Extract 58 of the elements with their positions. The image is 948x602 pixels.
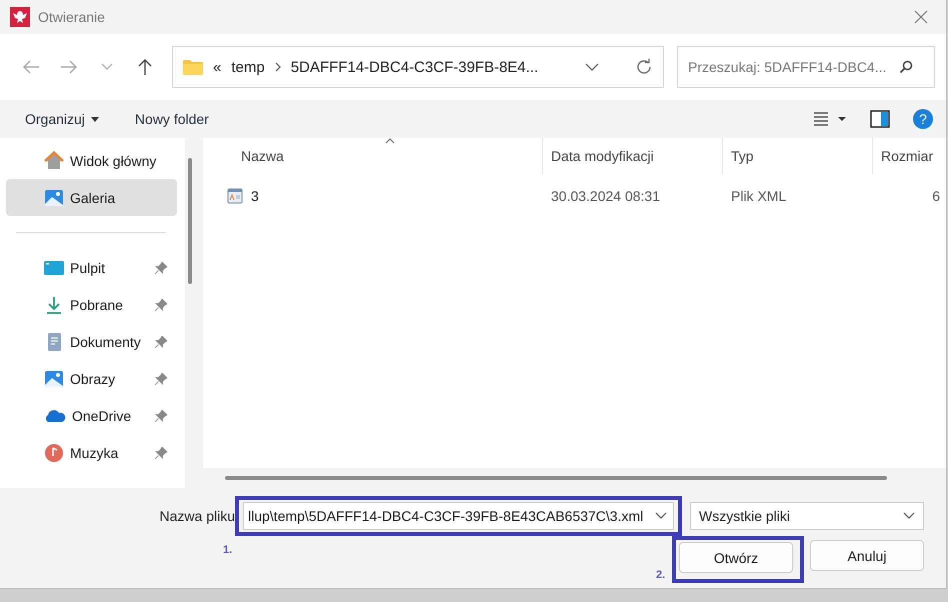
new-folder-button[interactable]: Nowy folder bbox=[134, 111, 209, 127]
cancel-button[interactable]: Anuluj bbox=[810, 540, 924, 571]
eagle-emblem-icon bbox=[10, 7, 30, 27]
organize-button[interactable]: Organizuj bbox=[25, 111, 99, 127]
window-title: Otwieranie bbox=[38, 9, 105, 25]
search-field[interactable]: Przeszukaj: 5DAFFF14-DBC4... bbox=[677, 46, 935, 88]
overflow-chevron[interactable]: « bbox=[213, 58, 222, 76]
column-header[interactable]: Typ bbox=[723, 138, 873, 174]
column-header[interactable]: Rozmiar bbox=[873, 138, 946, 174]
scrollbar-thumb[interactable] bbox=[225, 476, 887, 480]
picture-icon bbox=[44, 368, 64, 388]
sidebar-item[interactable]: Pulpit bbox=[6, 249, 177, 286]
file-type-dropdown[interactable]: Wszystkie pliki bbox=[690, 502, 924, 530]
xml-file-icon bbox=[227, 188, 243, 204]
sidebar-item[interactable]: Widok główny bbox=[6, 142, 177, 179]
table-cell-text: Plik XML bbox=[730, 188, 788, 204]
sort-caret-icon bbox=[385, 138, 395, 144]
column-header[interactable]: Data modyfikacji bbox=[543, 138, 723, 174]
download-icon bbox=[44, 294, 64, 314]
column-header[interactable]: Nazwa bbox=[203, 138, 543, 174]
up-arrow-icon bbox=[137, 58, 153, 76]
chevron-down-icon bbox=[655, 512, 667, 520]
refresh-icon[interactable] bbox=[635, 58, 653, 76]
annotation-label: 1. bbox=[223, 544, 232, 556]
chevron-down-icon[interactable] bbox=[585, 63, 599, 71]
sidebar-item[interactable]: Muzyka bbox=[6, 434, 177, 471]
house-icon bbox=[44, 150, 64, 170]
annotation-label: 2. bbox=[656, 569, 666, 581]
chevron-right-icon bbox=[274, 62, 281, 72]
address-bar[interactable]: « temp 5DAFFF14-DBC4-C3CF-39FB-8E4... bbox=[172, 46, 664, 88]
file-name: 3 bbox=[251, 188, 259, 204]
sidebar-item[interactable]: OneDrive bbox=[6, 397, 177, 434]
right-arrow-icon bbox=[60, 59, 78, 75]
music-icon bbox=[44, 442, 64, 462]
picture-icon bbox=[44, 188, 64, 208]
open-button[interactable]: Otwórz bbox=[679, 542, 793, 573]
breadcrumb[interactable]: 5DAFFF14-DBC4-C3CF-39FB-8E4... bbox=[290, 58, 538, 76]
file-name-label: Nazwa pliku bbox=[160, 508, 235, 524]
scrollbar-thumb[interactable] bbox=[188, 158, 192, 284]
caret-icon bbox=[90, 116, 99, 122]
view-options-icon[interactable] bbox=[814, 112, 848, 126]
table-cell-text: 30.03.2024 08:31 bbox=[550, 188, 661, 204]
file-row[interactable]: 3 30.03.2024 08:31 Plik XML 6 bbox=[203, 174, 946, 218]
folder-icon bbox=[183, 59, 203, 75]
close-icon bbox=[914, 10, 928, 24]
file-name-field[interactable]: llup\temp\5DAFFF14-DBC4-C3CF-39FB-8E43CAB6537C\3.xml bbox=[243, 502, 674, 530]
chevron-down-icon bbox=[903, 512, 915, 520]
sidebar-item[interactable]: Galeria bbox=[6, 179, 177, 216]
preview-pane-icon[interactable] bbox=[870, 110, 890, 128]
sidebar-item[interactable]: Dokumenty bbox=[6, 323, 177, 360]
sidebar-item[interactable]: Obrazy bbox=[6, 360, 177, 397]
help-icon[interactable]: ? bbox=[912, 108, 934, 130]
chevron-down-icon bbox=[101, 63, 113, 71]
search-icon bbox=[899, 60, 913, 74]
breadcrumb[interactable]: temp bbox=[231, 58, 265, 76]
left-arrow-icon bbox=[22, 59, 40, 75]
sidebar-item[interactable]: Pobrane bbox=[6, 286, 177, 323]
table-cell-text: 6 bbox=[931, 188, 941, 204]
